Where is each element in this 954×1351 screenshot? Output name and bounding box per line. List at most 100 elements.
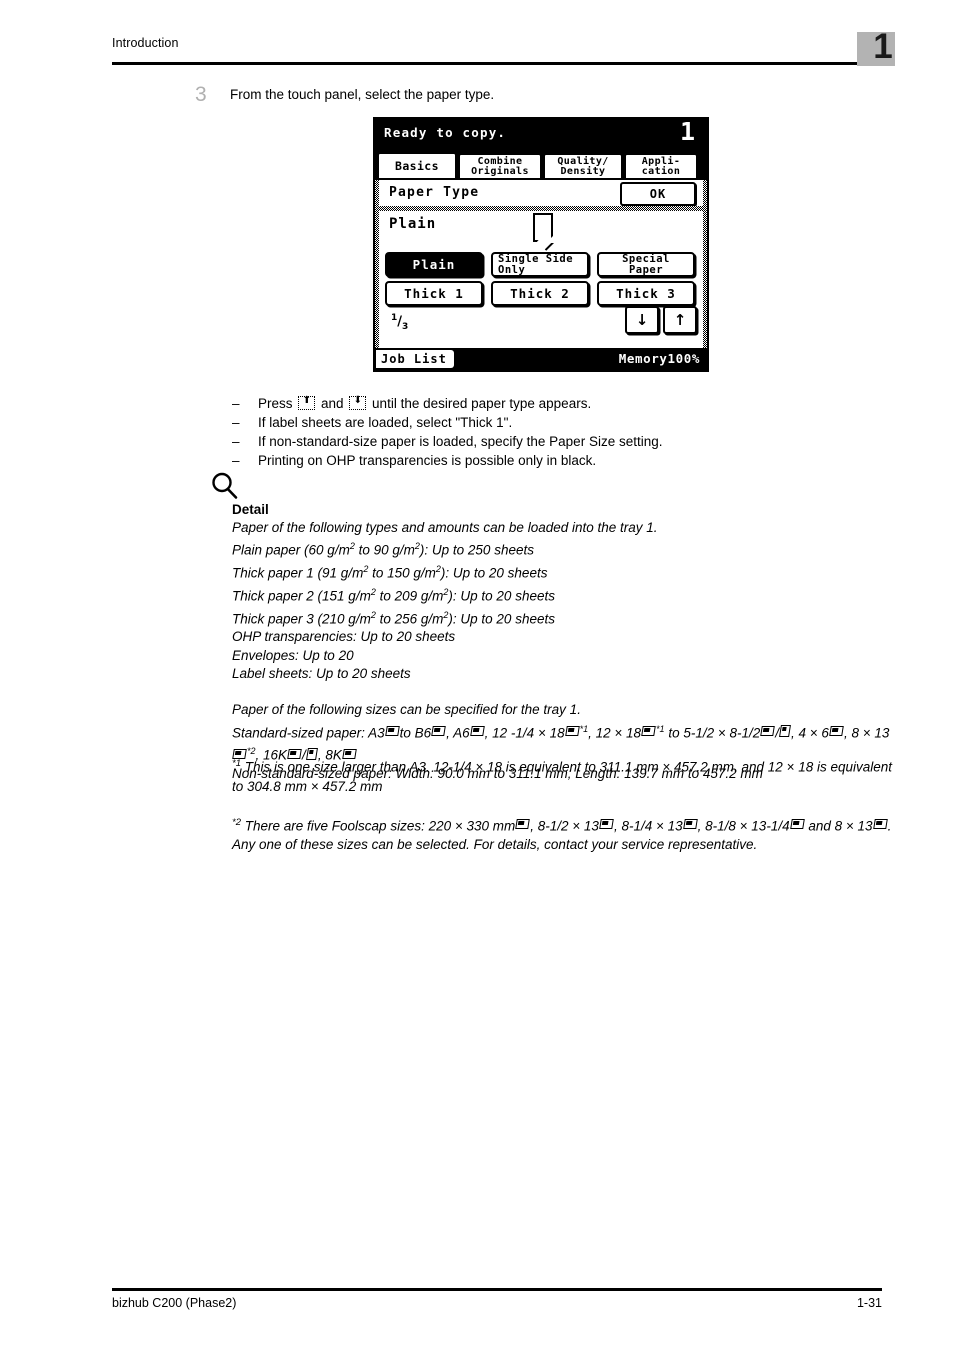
size-5-5x8-5: to 5-1/2 × 8-1/2 [668,725,761,741]
detail-heading: Detail [232,502,269,517]
note-item-press-arrows: – Press ⬆ and ⬇ until the desired paper … [232,394,892,413]
size-b6: to B6 [399,725,432,741]
header-title: Introduction [112,36,179,50]
paper-type-button-thick-1[interactable]: Thick 1 [385,281,483,306]
note-post: until the desired paper type appears. [368,396,592,411]
chapter-number: 1 [873,27,893,66]
paper-orientation-landscape-icon [515,819,531,829]
page-indicator-total: 3 [402,321,409,332]
lcd-status-text: Ready to copy. [384,125,507,140]
page-indicator: 1/3 [391,313,409,332]
note-list: – Press ⬆ and ⬇ until the desired paper … [232,394,892,470]
footnote-1-marker: *1 [232,758,241,769]
note-dash: – [232,396,240,411]
paper-orientation-landscape-icon [760,726,776,737]
tab-combine-originals[interactable]: Combine Originals [459,154,541,178]
lcd-tab-bar: Basics Combine Originals Quality/ Densit… [375,152,707,178]
tab-quality-density-line1: Quality/ [557,155,609,167]
footnote-2-marker: *2 [232,816,241,828]
footnote-spacer [232,796,892,813]
paper-orientation-landscape-icon [431,726,446,737]
paper-type-button-plain[interactable]: Plain [385,252,483,277]
footnote-1-text: This is one size larger than A3. 12-1/4 … [232,759,893,794]
paper-type-button-thick-3-label: Thick 3 [616,286,676,301]
footnote-2-part-a: There are five Foolscap sizes: 220 × 330… [244,818,516,833]
note-item-label-sheets: – If label sheets are loaded, select "Th… [232,413,892,432]
size-12x18: , 12 × 18 [588,725,642,741]
lcd-touch-panel: Ready to copy. 1 Basics Combine Original… [373,117,709,372]
note-item-ohp-black: – Printing on OHP transparencies is poss… [232,451,892,470]
standard-label: Standard-sized paper: [232,725,365,741]
tab-application[interactable]: Appli- cation [625,154,697,178]
tab-quality-density-line2: Density [560,165,606,177]
size-a6: , A6 [446,725,470,741]
tab-application-line1: Appli- [641,155,681,167]
page-indicator-current: 1 [391,313,398,323]
paper-type-button-thick-2-label: Thick 2 [510,286,570,301]
note-dash: – [232,453,240,468]
detail-line-thick1: Thick paper 1 (91 g/m2 to 150 g/m2): Up … [232,564,548,581]
paper-type-button-special-paper-line2: Paper [628,263,664,276]
detail-line-ohp: OHP transparencies: Up to 20 sheets [232,629,456,645]
step-number: 3 [195,83,207,106]
footer-divider [112,1288,882,1291]
footnotes: *1 This is one size larger than A3. 12-1… [232,754,892,854]
down-arrow-key-icon: ⬇ [349,395,367,410]
paper-orientation-landscape-icon [641,726,656,737]
lcd-footer-bar: Job List Memory100% [375,348,707,370]
paper-orientation-landscape-icon [829,726,844,737]
job-list-button[interactable]: Job List [376,349,455,369]
paper-sheet-icon [533,213,554,243]
current-paper-type-value: Plain [389,216,437,232]
detail-line-plain-paper: Plain paper (60 g/m2 to 90 g/m2): Up to … [232,541,534,558]
page-scroll-arrows: ↓ ↑ [625,306,697,334]
up-arrow-key-icon: ⬆ [298,395,316,410]
paper-type-button-single-side-only-line1: Single Side [498,252,574,265]
note-item-nonstandard-size-text: If non-standard-size paper is loaded, sp… [258,434,663,449]
tab-combine-originals-line1: Combine [477,155,523,167]
paper-orientation-landscape-icon [872,819,888,829]
paper-orientation-landscape-icon [682,819,698,829]
footnote-2: *2 There are five Foolscap sizes: 220 × … [232,813,892,855]
paper-type-button-plain-label: Plain [412,257,456,272]
paper-type-button-thick-1-label: Thick 1 [404,286,464,301]
note-pre: Press [258,396,297,411]
tab-combine-originals-line2: Originals [471,165,529,177]
paper-orientation-landscape-icon [789,819,805,829]
paper-type-button-single-side-only[interactable]: Single Side Only [491,252,589,277]
ok-button[interactable]: OK [620,182,696,206]
paper-type-button-single-side-only-line2: Only [498,263,526,276]
size-a3: A3 [368,725,385,741]
footnote-2-part-f: 8 × 13 [834,818,873,833]
detail-spacer [232,683,892,701]
arrow-down-icon[interactable]: ↓ [625,306,659,334]
paper-orientation-landscape-icon [384,726,400,737]
detail-line-intro: Paper of the following types and amounts… [232,520,658,535]
tab-application-line2: cation [641,165,681,177]
footnote-2-part-b: , 8-1/2 × 13 [530,818,599,833]
note-mid: and [317,396,348,411]
tab-basics[interactable]: Basics [378,153,456,178]
lcd-hatched-divider [379,206,703,211]
step-text: From the touch panel, select the paper t… [230,87,495,102]
note-dash: – [232,434,240,449]
memory-indicator: Memory100% [618,351,700,366]
paper-orientation-landscape-icon [564,726,580,737]
detail-line-envelopes: Envelopes: Up to 20 [232,647,354,663]
footnote-ref-1: *1 [656,723,665,734]
note-item-press-arrows-text: Press ⬆ and ⬇ until the desired paper ty… [258,394,591,413]
paper-orientation-portrait-icon [779,725,791,738]
size-4x6: 4 × 6 [798,725,829,741]
footer-page-number: 1-31 [856,1296,882,1310]
arrow-up-icon[interactable]: ↑ [663,306,697,334]
tab-quality-density[interactable]: Quality/ Density [544,154,622,178]
size-8x13: , 8 × 13 [843,725,890,741]
paper-type-button-thick-2[interactable]: Thick 2 [491,281,589,306]
detail-line-thick3: Thick paper 3 (210 g/m2 to 256 g/m2): Up… [232,609,555,627]
paper-type-button-special-paper[interactable]: Special Paper [597,252,695,277]
detail-body: Paper of the following types and amounts… [232,519,892,784]
note-dash: – [232,415,240,430]
paper-type-button-thick-3[interactable]: Thick 3 [597,281,695,306]
detail-line-thick2: Thick paper 2 (151 g/m2 to 209 g/m2): Up… [232,586,555,604]
header-divider [112,62,882,65]
